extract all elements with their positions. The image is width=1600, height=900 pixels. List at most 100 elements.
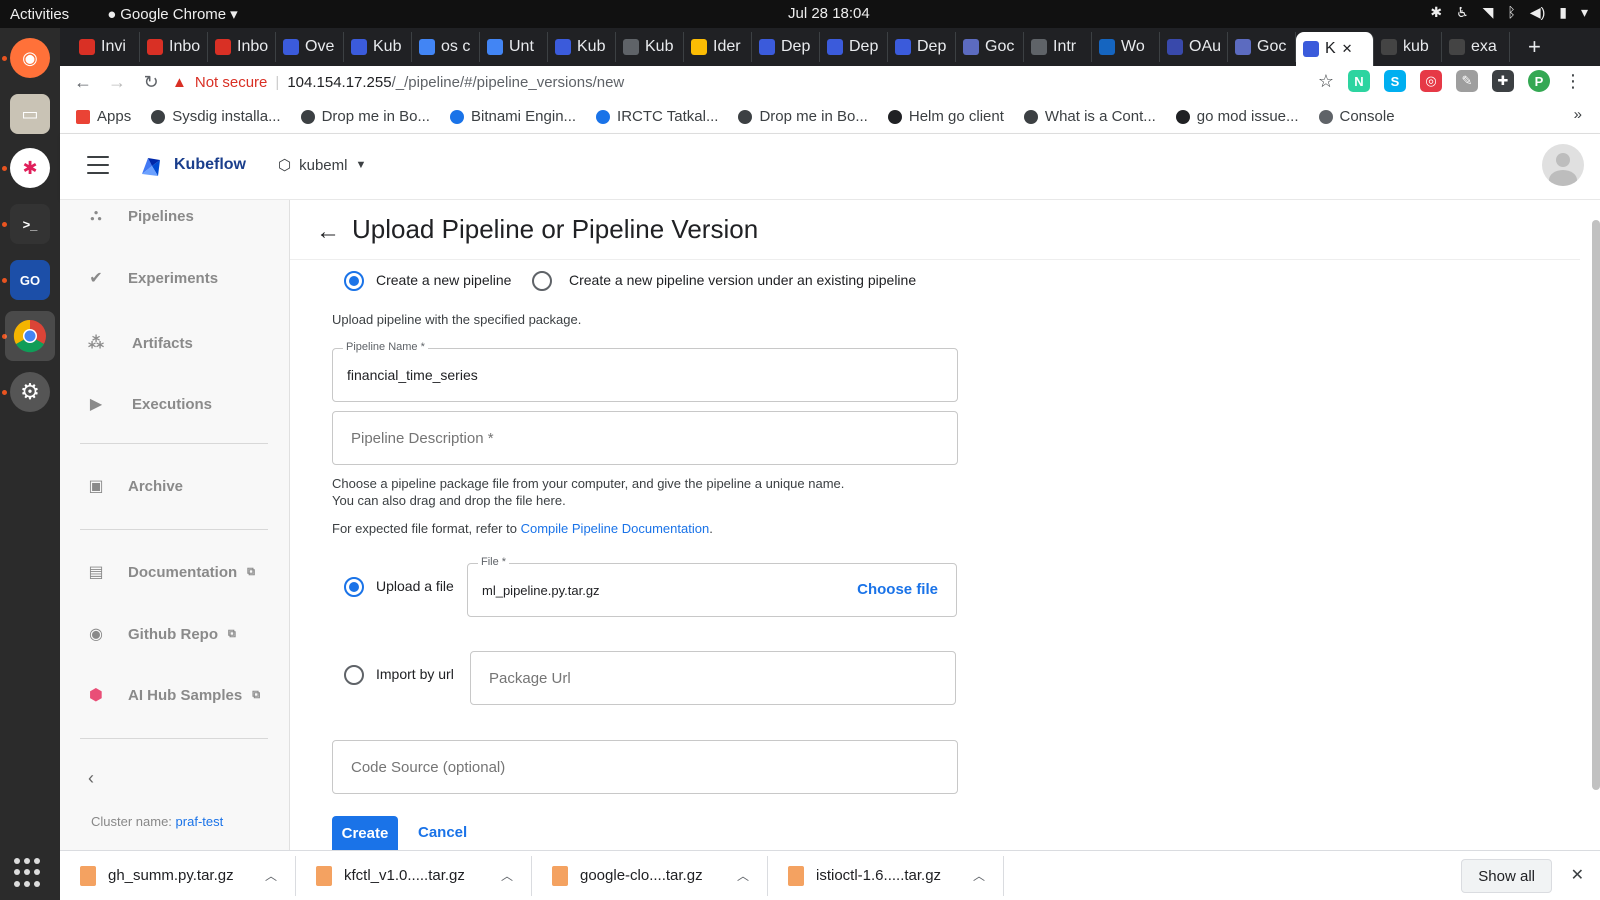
- scrollbar[interactable]: [1592, 220, 1600, 790]
- show-all-button[interactable]: Show all: [1461, 859, 1552, 893]
- bookmark-star-icon[interactable]: ☆: [1318, 71, 1334, 92]
- code-source-field[interactable]: Code Source (optional): [332, 740, 958, 794]
- pipeline-description-field[interactable]: Pipeline Description *: [332, 411, 958, 465]
- tab[interactable]: kub: [1374, 32, 1442, 62]
- tab-active[interactable]: K ✕: [1296, 32, 1374, 66]
- firefox-icon[interactable]: ◉: [10, 38, 50, 78]
- tab[interactable]: os c: [412, 32, 480, 62]
- puzzle-icon[interactable]: ✚: [1492, 70, 1514, 92]
- bookmark-apps[interactable]: Apps: [76, 108, 131, 125]
- radio-new-pipeline-label[interactable]: Create a new pipeline: [376, 272, 511, 288]
- sidebar-item-github[interactable]: ◉ Github Repo ⧉: [86, 624, 236, 644]
- forward-icon[interactable]: →: [100, 72, 134, 93]
- new-tab-button[interactable]: +: [1528, 34, 1541, 60]
- reload-icon[interactable]: ↻: [134, 72, 168, 93]
- download-item[interactable]: google-clo....tar.gz ︿: [532, 855, 768, 896]
- bookmark-item[interactable]: Helm go client: [887, 108, 1004, 125]
- terminal-icon[interactable]: >_: [10, 204, 50, 244]
- settings-icon[interactable]: ⚙: [10, 372, 50, 412]
- sidebar-item-executions[interactable]: ▶ Executions: [86, 394, 212, 414]
- tab[interactable]: Invi: [72, 32, 140, 62]
- bookmark-item[interactable]: Drop me in Bo...: [300, 108, 430, 125]
- goland-icon[interactable]: GO: [10, 260, 50, 300]
- bookmark-item[interactable]: Console: [1318, 108, 1395, 125]
- n-extension-icon[interactable]: N: [1348, 70, 1370, 92]
- activities-button[interactable]: Activities: [10, 6, 69, 23]
- collapse-sidebar-icon[interactable]: ‹: [88, 768, 94, 789]
- tab[interactable]: Kub: [344, 32, 412, 62]
- sidebar-item-documentation[interactable]: ▤ Documentation ⧉: [86, 562, 255, 582]
- sidebar-item-artifacts[interactable]: ⁂ Artifacts: [86, 333, 193, 353]
- bookmark-item[interactable]: Sysdig installa...: [151, 108, 281, 125]
- tab[interactable]: Kub: [616, 32, 684, 62]
- back-arrow-icon[interactable]: ←: [316, 218, 340, 246]
- profile-icon[interactable]: P: [1528, 70, 1550, 92]
- tab[interactable]: OAu: [1160, 32, 1228, 62]
- show-applications-icon[interactable]: [14, 858, 44, 888]
- sidebar-item-archive[interactable]: ▣ Archive: [86, 476, 183, 496]
- chevron-up-icon[interactable]: ︿: [501, 867, 513, 884]
- tab[interactable]: Unt: [480, 32, 548, 62]
- tab[interactable]: Dep: [820, 32, 888, 62]
- skype-icon[interactable]: S: [1384, 70, 1406, 92]
- chevron-up-icon[interactable]: ︿: [737, 867, 749, 884]
- back-icon[interactable]: ←: [66, 72, 100, 93]
- sidebar-item-experiments[interactable]: ✔ Experiments: [86, 268, 218, 288]
- pipeline-name-field[interactable]: Pipeline Name * financial_time_series: [332, 341, 958, 402]
- package-url-field[interactable]: Package Url: [470, 651, 956, 705]
- download-item[interactable]: istioctl-1.6.....tar.gz ︿: [768, 855, 1004, 896]
- tab[interactable]: Goc: [1228, 32, 1296, 62]
- avatar[interactable]: [1542, 144, 1584, 186]
- slack-icon[interactable]: ✱: [10, 148, 50, 188]
- chevron-up-icon[interactable]: ︿: [265, 867, 277, 884]
- bookmark-item[interactable]: What is a Cont...: [1023, 108, 1156, 125]
- file-field[interactable]: File * ml_pipeline.py.tar.gz Choose file: [467, 556, 957, 617]
- download-item[interactable]: gh_summ.py.tar.gz ︿: [60, 855, 296, 896]
- more-menu-icon[interactable]: ⋮: [1564, 71, 1582, 92]
- tab[interactable]: Dep: [888, 32, 956, 62]
- close-tab-icon[interactable]: ✕: [1342, 41, 1353, 57]
- tab[interactable]: Goc: [956, 32, 1024, 62]
- tab[interactable]: Wo: [1092, 32, 1160, 62]
- radio-upload-file[interactable]: [344, 577, 364, 597]
- cancel-button[interactable]: Cancel: [418, 824, 467, 841]
- system-tray[interactable]: ✱ ♿ ◥ ᛒ ◀) ▮ ▾: [1430, 4, 1588, 21]
- tab[interactable]: Intr: [1024, 32, 1092, 62]
- close-icon[interactable]: ✕: [1571, 865, 1584, 885]
- bookmark-item[interactable]: go mod issue...: [1175, 108, 1299, 125]
- tab[interactable]: Kub: [548, 32, 616, 62]
- radio-new-version[interactable]: [532, 271, 552, 291]
- kubeflow-title[interactable]: Kubeflow: [174, 156, 246, 174]
- tab[interactable]: Ider: [684, 32, 752, 62]
- clock[interactable]: Jul 28 18:04: [788, 5, 870, 22]
- create-button[interactable]: Create: [332, 816, 398, 850]
- bookmark-item[interactable]: Drop me in Bo...: [738, 108, 868, 125]
- tab[interactable]: Inbo: [208, 32, 276, 62]
- tab[interactable]: Ove: [276, 32, 344, 62]
- bookmarks-overflow-icon[interactable]: »: [1574, 106, 1582, 123]
- radio-new-pipeline[interactable]: [344, 271, 364, 291]
- cluster-link[interactable]: praf-test: [176, 814, 224, 829]
- bookmark-item[interactable]: IRCTC Tatkal...: [596, 108, 718, 125]
- compile-docs-link[interactable]: Compile Pipeline Documentation: [521, 521, 710, 536]
- choose-file-button[interactable]: Choose file: [857, 581, 938, 598]
- tab[interactable]: Inbo: [140, 32, 208, 62]
- app-menu[interactable]: ● Google Chrome ▾: [107, 5, 237, 24]
- omnibox[interactable]: ▲ Not secure | 104.154.17.255/_/pipeline…: [172, 69, 624, 95]
- files-icon[interactable]: ▭: [10, 94, 50, 134]
- radio-new-version-label[interactable]: Create a new pipeline version under an e…: [569, 272, 916, 288]
- tab[interactable]: exa: [1442, 32, 1510, 62]
- radio-import-url-label[interactable]: Import by url: [376, 666, 454, 682]
- radio-import-url[interactable]: [344, 665, 364, 685]
- edit-extension-icon[interactable]: ✎: [1456, 70, 1478, 92]
- download-item[interactable]: kfctl_v1.0.....tar.gz ︿: [296, 855, 532, 896]
- bookmark-item[interactable]: Bitnami Engin...: [449, 108, 576, 125]
- extension-red-icon[interactable]: ◎: [1420, 70, 1442, 92]
- menu-icon[interactable]: [87, 156, 109, 174]
- chrome-dock-icon[interactable]: [5, 311, 55, 361]
- chevron-up-icon[interactable]: ︿: [973, 867, 985, 884]
- tab[interactable]: Dep: [752, 32, 820, 62]
- sidebar-item-ai-hub[interactable]: ⬢ AI Hub Samples ⧉: [86, 685, 260, 705]
- namespace-selector[interactable]: ⬡ kubeml ▼: [278, 156, 366, 175]
- sidebar-item-pipelines[interactable]: ⛬ Pipelines: [86, 206, 193, 226]
